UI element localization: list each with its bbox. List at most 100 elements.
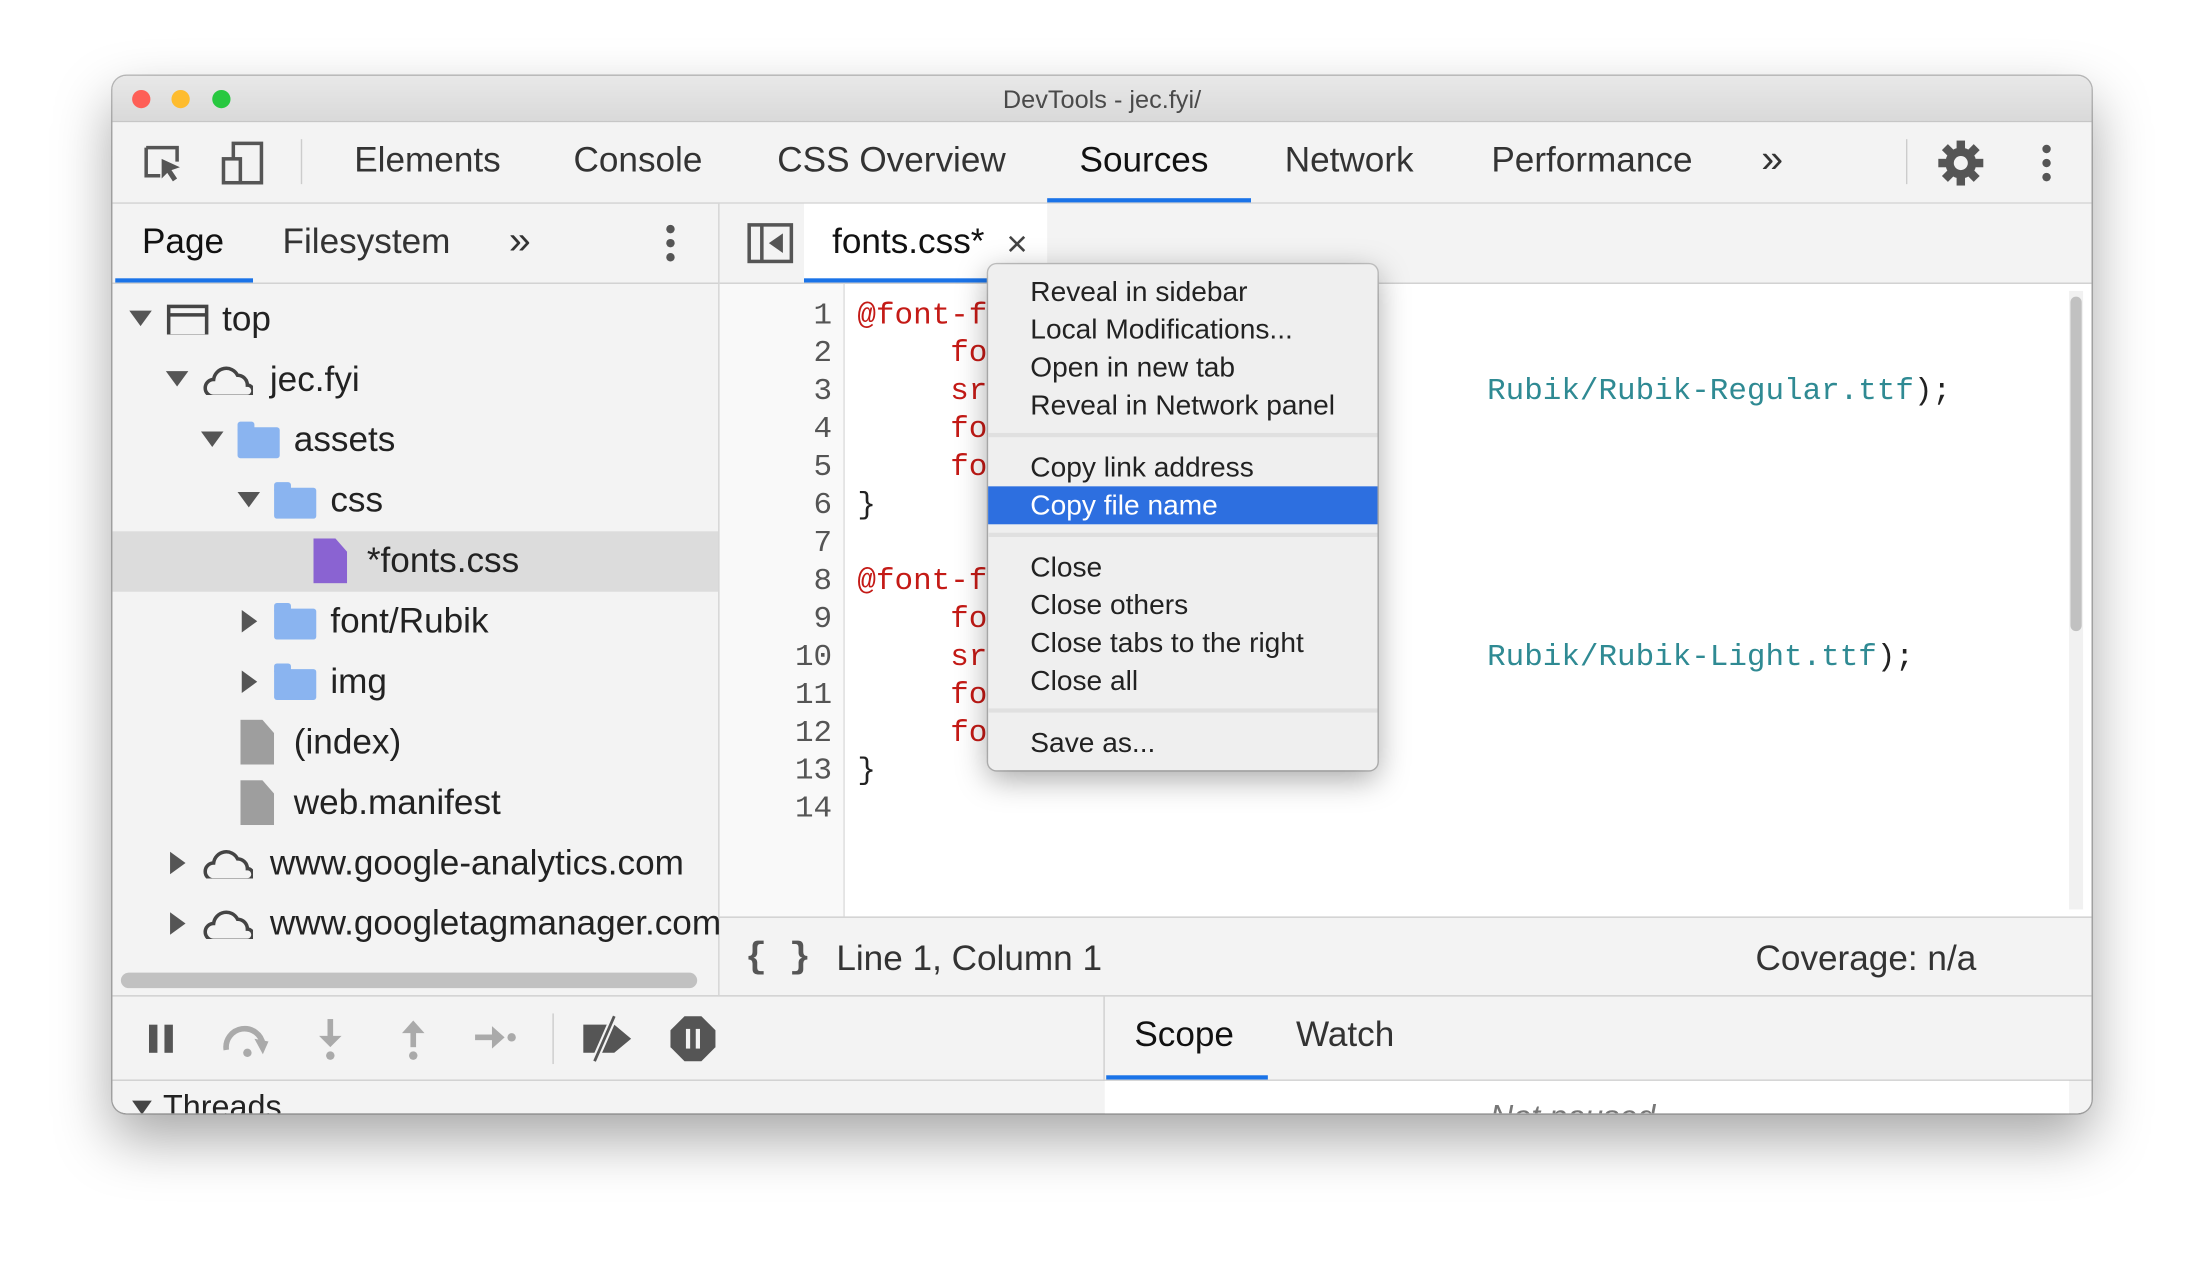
tree-item-label: www.googletagmanager.com (269, 903, 722, 944)
code-text: Rubik/Rubik-Light.ttf); (1487, 640, 1914, 675)
tab-console[interactable]: Console (573, 141, 702, 182)
tab-network[interactable]: Network (1285, 141, 1414, 182)
menu-item-save-as[interactable]: Save as... (988, 724, 1377, 762)
device-toolbar-icon[interactable] (219, 139, 267, 187)
inspect-element-icon[interactable] (141, 142, 189, 184)
sidebar-tabs: Scope Watch (1104, 997, 2092, 1081)
deactivate-breakpoints-icon[interactable] (578, 1013, 637, 1064)
tab-filesystem[interactable]: Filesystem (283, 222, 451, 263)
code-url: Rubik/Rubik-Regular.ttf (1487, 373, 1914, 410)
tree-item[interactable]: *fonts.css (112, 531, 719, 592)
menu-item-reveal-in-network-panel[interactable]: Reveal in Network panel (988, 387, 1377, 425)
debugger-panel: Threads Scope Watch Not paused (112, 995, 2092, 1114)
expanded-triangle-icon[interactable] (165, 371, 189, 387)
menu-item-close-others[interactable]: Close others (988, 586, 1377, 624)
tree-item[interactable]: assets (112, 410, 718, 470)
cloud-icon (203, 910, 254, 939)
menu-item-label: Close tabs to the right (1030, 628, 1304, 660)
menu-item-close-tabs-to-the-right[interactable]: Close tabs to the right (988, 624, 1377, 662)
code-text: for (857, 715, 1006, 751)
step-into-icon[interactable] (315, 1016, 346, 1061)
toggle-navigator-icon[interactable] (746, 222, 794, 264)
editor-panel: fonts.css* × 1 @font-f 2 for 3 src Rubik/Rub… (719, 203, 2092, 997)
step-over-icon[interactable] (221, 1019, 274, 1058)
code-text: src (857, 639, 1006, 675)
more-tabs-icon[interactable]: » (509, 218, 531, 263)
expanded-triangle-icon[interactable] (237, 491, 261, 508)
more-options-icon[interactable] (2038, 142, 2055, 187)
code-text: } (857, 487, 876, 523)
folder-icon (274, 603, 317, 640)
step-icon[interactable] (472, 1022, 520, 1053)
close-tab-icon[interactable]: × (1006, 222, 1027, 266)
tree-item[interactable]: web.manifest (112, 773, 718, 833)
menu-item-close[interactable]: Close (988, 548, 1377, 586)
menu-item-close-all[interactable]: Close all (988, 662, 1377, 700)
expanded-triangle-icon[interactable] (129, 310, 152, 327)
code-text: for (857, 601, 1006, 637)
tab-scope[interactable]: Scope (1134, 1015, 1234, 1056)
pretty-print-button[interactable]: { } (745, 936, 811, 978)
toolbar-divider (300, 139, 303, 185)
step-out-icon[interactable] (398, 1016, 429, 1061)
tab-selected-indicator (1047, 198, 1251, 203)
scope-pane: Not paused (1104, 1080, 2070, 1114)
tree-item[interactable]: www.googletagmanager.com (112, 894, 722, 954)
folder-icon (237, 421, 280, 459)
tree-item[interactable]: jec.fyi (112, 350, 718, 410)
menu-item-label: Copy file name (1030, 490, 1218, 522)
tab-css-overview[interactable]: CSS Overview (777, 141, 1005, 182)
menu-item-label: Local Modifications... (1030, 314, 1293, 346)
navigator-panel: Page Filesystem » top jec.fyi assets css *fo… (112, 203, 722, 996)
pause-on-exceptions-icon[interactable] (669, 1015, 717, 1063)
scrollbar-thumb[interactable] (2070, 296, 2082, 632)
tab-sources[interactable]: Sources (1080, 141, 1209, 182)
tree-item[interactable]: (index) (112, 713, 718, 773)
tree-item-label: font/Rubik (330, 601, 489, 641)
code-text: @font-f (857, 563, 988, 599)
tab-elements[interactable]: Elements (354, 141, 500, 182)
horizontal-scrollbar[interactable] (120, 972, 698, 989)
menu-item-open-in-new-tab[interactable]: Open in new tab (988, 349, 1377, 387)
cloud-icon (203, 366, 254, 395)
line-number: 4 (813, 411, 833, 447)
line-number: 11 (794, 677, 833, 713)
code-punctuation: ); (1876, 639, 1914, 675)
line-number: 3 (813, 373, 833, 410)
threads-label: Threads (163, 1087, 282, 1114)
menu-item-copy-link-address[interactable]: Copy link address (988, 448, 1377, 486)
vertical-scrollbar[interactable] (2069, 290, 2084, 910)
coverage-status: Coverage: n/a (1755, 938, 1977, 979)
pause-icon[interactable] (146, 1022, 177, 1056)
tab-watch[interactable]: Watch (1296, 1015, 1394, 1056)
tree-item[interactable]: top (112, 290, 718, 350)
code-url: Rubik/Rubik-Light.ttf (1487, 639, 1877, 675)
menu-item-label: Reveal in Network panel (1030, 390, 1336, 422)
collapsed-triangle-icon[interactable] (170, 912, 186, 935)
tree-item-label: assets (293, 420, 396, 460)
menu-separator (988, 532, 1378, 537)
menu-item-reveal-in-sidebar[interactable]: Reveal in sidebar (988, 273, 1377, 311)
tree-item[interactable]: font/Rubik (112, 592, 718, 652)
tree-item[interactable]: img (112, 652, 718, 712)
code-punctuation: ); (1913, 373, 1952, 410)
settings-gear-icon[interactable] (1937, 139, 1985, 187)
line-number: 2 (813, 335, 833, 372)
expanded-triangle-icon[interactable] (201, 431, 224, 447)
tab-performance[interactable]: Performance (1491, 141, 1692, 182)
tree-item[interactable]: www.google-analytics.com (112, 834, 718, 894)
collapsed-triangle-icon[interactable] (241, 610, 258, 633)
tree-item-label: css (330, 480, 384, 521)
threads-section[interactable]: Threads (112, 1081, 1073, 1114)
navigator-tabs: Page Filesystem » (112, 204, 719, 284)
more-tabs-icon[interactable]: » (1761, 136, 1783, 181)
menu-item-local-modifications[interactable]: Local Modifications... (988, 311, 1377, 349)
more-options-icon[interactable] (662, 222, 679, 267)
collapsed-triangle-icon[interactable] (170, 851, 186, 875)
tab-page[interactable]: Page (142, 222, 224, 263)
tree-item-label: *fonts.css (366, 541, 520, 581)
folder-icon (274, 663, 317, 700)
tree-item[interactable]: css (112, 471, 718, 531)
menu-item-copy-file-name[interactable]: Copy file name (988, 486, 1378, 525)
collapsed-triangle-icon[interactable] (241, 670, 258, 693)
